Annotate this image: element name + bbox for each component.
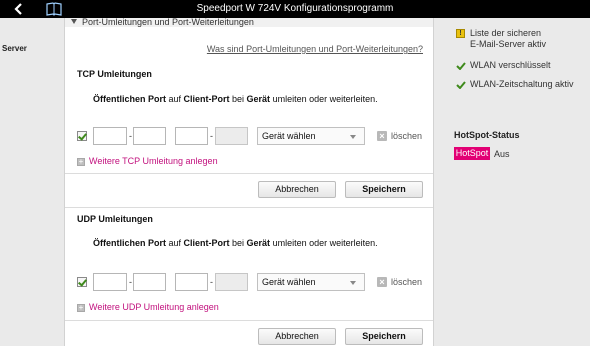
udp-public-port-from-input[interactable] [93, 273, 127, 291]
section-header[interactable]: Port-Umleitungen und Port-Weiterleitunge… [65, 17, 433, 27]
udp-public-port-to-input[interactable] [133, 273, 166, 291]
help-link[interactable]: Was sind Port-Umleitungen und Port-Weite… [207, 44, 423, 54]
tcp-device-select-value: Gerät wählen [262, 131, 316, 141]
tcp-add-rule-label[interactable]: Weitere TCP Umleitung anlegen [89, 156, 218, 166]
status-safe-mail-line1: Liste der sicheren [470, 28, 542, 38]
status-safe-mail-line2: E-Mail-Server aktiv [470, 39, 547, 49]
status-safe-mail-servers: Liste der sicheren E-Mail-Server aktiv [470, 28, 546, 50]
udp-cancel-button[interactable]: Abbrechen [258, 328, 336, 345]
udp-separator: - [210, 277, 213, 287]
tcp-desc-text-3: umleiten oder weiterleiten. [270, 94, 378, 104]
tcp-public-port-from-input[interactable] [93, 127, 127, 145]
tcp-separator: - [129, 131, 132, 141]
udp-device-select-value: Gerät wählen [262, 277, 316, 287]
title-bar: Speedport W 724V Konfigurationsprogramm [0, 0, 590, 18]
hotspot-status-title: HotSpot-Status [454, 130, 520, 140]
tcp-separator: - [210, 131, 213, 141]
divider [65, 207, 433, 208]
hotspot-status-value: Aus [494, 149, 510, 159]
status-sidebar: ! Liste der sicheren E-Mail-Server aktiv… [434, 18, 590, 346]
check-icon [456, 81, 466, 89]
tcp-save-button[interactable]: Speichern [345, 181, 423, 198]
divider [65, 320, 433, 321]
warning-icon: ! [456, 29, 465, 38]
tcp-description: Öffentlichen Port auf Client-Port bei Ge… [93, 94, 378, 104]
udp-save-button[interactable]: Speichern [345, 328, 423, 345]
check-icon [456, 62, 466, 70]
chevron-down-icon [350, 281, 356, 285]
chevron-down-icon [350, 135, 356, 139]
plus-icon: + [77, 303, 85, 312]
udp-desc-text-3: umleiten oder weiterleiten. [270, 238, 378, 248]
udp-desc-device: Gerät [246, 238, 271, 248]
nav-item-server[interactable]: Server [2, 44, 27, 53]
udp-desc-text-1: auf [166, 238, 184, 248]
tcp-desc-text-2: bei [229, 94, 247, 104]
udp-add-rule-label[interactable]: Weitere UDP Umleitung anlegen [89, 302, 219, 312]
tcp-rule-row: - - Gerät wählen × löschen [77, 127, 427, 145]
tcp-desc-client-port: Client-Port [183, 94, 230, 104]
udp-description: Öffentlichen Port auf Client-Port bei Ge… [93, 238, 378, 248]
hotspot-badge: HotSpot [454, 147, 490, 160]
status-wlan-timer: WLAN-Zeitschaltung aktiv [470, 79, 574, 89]
window-title: Speedport W 724V Konfigurationsprogramm [196, 3, 394, 14]
udp-device-select[interactable]: Gerät wählen [257, 273, 365, 291]
delete-x-icon[interactable]: × [377, 131, 387, 141]
udp-rule-enabled-checkbox[interactable] [77, 277, 87, 287]
tcp-delete-label[interactable]: löschen [391, 131, 422, 141]
tcp-desc-text-1: auf [166, 94, 184, 104]
delete-x-icon[interactable]: × [377, 277, 387, 287]
collapse-triangle-icon[interactable] [71, 19, 77, 24]
udp-client-port-to-input [215, 273, 248, 291]
udp-rule-row: - - Gerät wählen × löschen [77, 273, 427, 291]
tcp-desc-device: Gerät [246, 94, 271, 104]
tcp-cancel-button[interactable]: Abbrechen [258, 181, 336, 198]
main-panel: Port-Umleitungen und Port-Weiterleitunge… [64, 17, 434, 346]
tcp-device-select[interactable]: Gerät wählen [257, 127, 365, 145]
left-navigation: Server [0, 18, 64, 346]
udp-delete-label[interactable]: löschen [391, 277, 422, 287]
udp-separator: - [129, 277, 132, 287]
udp-client-port-from-input[interactable] [175, 273, 208, 291]
divider [65, 173, 433, 174]
status-wlan-encrypted: WLAN verschlüsselt [470, 60, 551, 70]
udp-title: UDP Umleitungen [77, 214, 153, 224]
section-title: Port-Umleitungen und Port-Weiterleitunge… [82, 17, 254, 27]
tcp-client-port-from-input[interactable] [175, 127, 208, 145]
tcp-public-port-to-input[interactable] [133, 127, 166, 145]
udp-desc-public-port: Öffentlichen Port [93, 238, 167, 248]
plus-icon: + [77, 157, 85, 166]
tcp-title: TCP Umleitungen [77, 69, 152, 79]
tcp-desc-public-port: Öffentlichen Port [93, 94, 167, 104]
tcp-rule-enabled-checkbox[interactable] [77, 131, 87, 141]
tcp-client-port-to-input [215, 127, 248, 145]
udp-desc-text-2: bei [229, 238, 247, 248]
udp-desc-client-port: Client-Port [183, 238, 230, 248]
